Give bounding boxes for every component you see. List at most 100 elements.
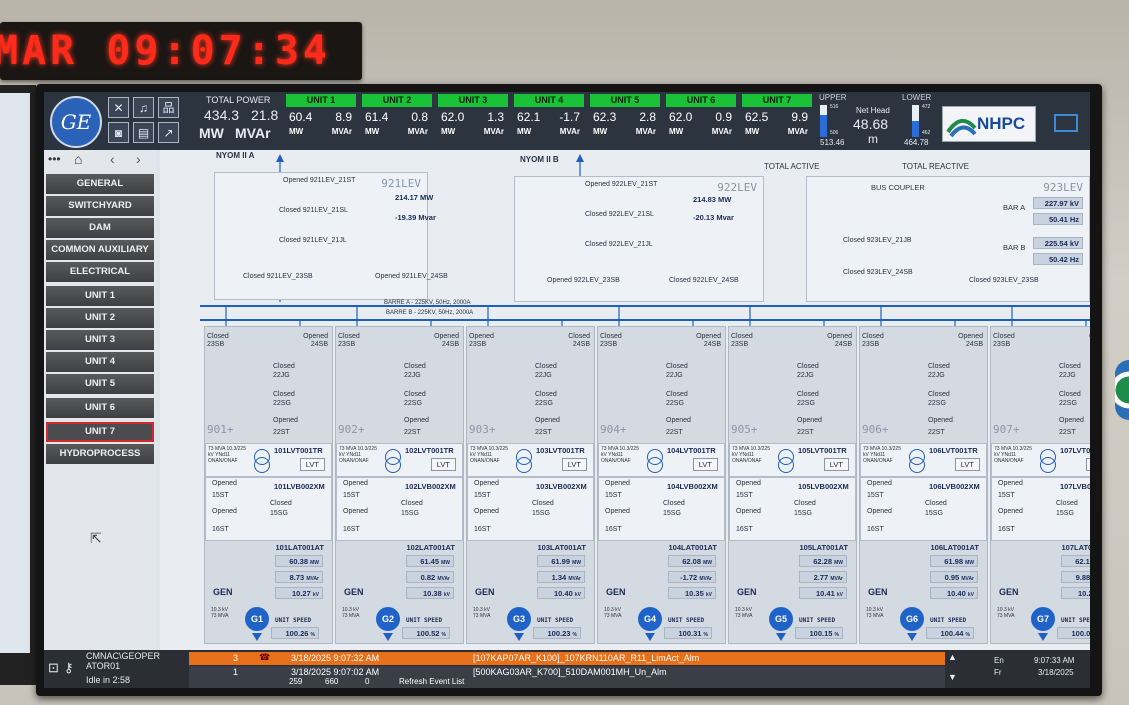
sidebar-item-common-auxiliary[interactable]: COMMON AUXILIARY	[46, 240, 154, 260]
transformer-panel[interactable]: 73 MVA 10.3/225 kV YNd11 ONAN/ONAF 104LVT…	[598, 443, 725, 477]
lang-en[interactable]: En	[994, 656, 1004, 665]
sw-15st-state[interactable]: Opened	[212, 480, 237, 487]
sw-24sb-state[interactable]: Closed	[568, 333, 590, 340]
unit-7-summary[interactable]: UNIT 7 62.5 9.9 MW MVAr	[742, 94, 812, 144]
lev921-sw-24sb[interactable]: Opened 921LEV_24SB	[375, 273, 448, 280]
lev921-sw-23sb[interactable]: Closed 921LEV_23SB	[243, 273, 313, 280]
lev921-sw-21st[interactable]: Opened 921LEV_21ST	[283, 177, 355, 184]
more-icon[interactable]: •••	[48, 152, 61, 166]
sw-15sg-state[interactable]: Closed	[1056, 500, 1078, 507]
unit-4-summary[interactable]: UNIT 4 62.1 -1.7 MW MVAr	[514, 94, 584, 144]
sw-24sb-state[interactable]: Opened	[827, 333, 852, 340]
sw-22jg-state[interactable]: Closed	[273, 363, 295, 370]
generator-icon[interactable]: G4	[638, 607, 662, 631]
sidebar-item-unit-3[interactable]: UNIT 3	[46, 330, 154, 350]
generator-icon[interactable]: G6	[900, 607, 924, 631]
breaker-panel[interactable]: Opened 15ST Opened 16ST Closed 15SG 104LVB002X…	[598, 477, 725, 541]
sw-22jg-state[interactable]: Closed	[928, 363, 950, 370]
document-icon[interactable]: ▤	[133, 122, 154, 143]
lev922-sw-23sb[interactable]: Opened 922LEV_23SB	[547, 277, 620, 284]
gen-button[interactable]: GEN	[868, 587, 888, 597]
sw-22sg-state[interactable]: Closed	[666, 391, 688, 398]
sw-22jg-state[interactable]: Closed	[1059, 363, 1081, 370]
gen-button[interactable]: GEN	[344, 587, 364, 597]
lvt-button[interactable]: LVT	[954, 458, 980, 471]
back-icon[interactable]: ‹	[110, 151, 115, 167]
breaker-panel[interactable]: Opened 15ST Opened 16ST Closed 15SG 105LVB002X…	[729, 477, 856, 541]
sw-23sb-state[interactable]: Closed	[338, 333, 360, 340]
lev922-sw-21jl[interactable]: Closed 922LEV_21JL	[585, 241, 653, 248]
home-icon[interactable]: ⌂	[74, 151, 82, 167]
sw-22jg-state[interactable]: Closed	[797, 363, 819, 370]
key-icon[interactable]: ⚷	[64, 660, 74, 676]
lvt-button[interactable]: LVT	[692, 458, 718, 471]
sw-22st-state[interactable]: Opened	[273, 417, 298, 424]
breaker-panel[interactable]: Opened 15ST Opened 16ST Closed 15SG 102LVB002X…	[336, 477, 463, 541]
sidebar-item-unit-7[interactable]: UNIT 7	[46, 422, 154, 442]
sw-15st-state[interactable]: Opened	[736, 480, 761, 487]
hierarchy-icon[interactable]: 品	[158, 97, 179, 118]
transformer-panel[interactable]: 73 MVA 10.3/225 kV YNd11 ONAN/ONAF 101LVT…	[205, 443, 332, 477]
sw-16st-state[interactable]: Opened	[867, 508, 892, 515]
lvt-button[interactable]: LVT	[823, 458, 849, 471]
sw-22sg-state[interactable]: Closed	[797, 391, 819, 398]
lev923-sw-23sb[interactable]: Closed 923LEV_23SB	[969, 277, 1039, 284]
breaker-panel[interactable]: Opened 15ST Opened 16ST Closed 15SG 103LVB002X…	[467, 477, 594, 541]
transformer-panel[interactable]: 73 MVA 10.3/225 kV YNd11 ONAN/ONAF 103LVT…	[467, 443, 594, 477]
close-icon[interactable]: ✕	[108, 97, 129, 118]
forward-icon[interactable]: ›	[136, 151, 141, 167]
sw-16st-state[interactable]: Opened	[474, 508, 499, 515]
sw-23sb-state[interactable]: Closed	[600, 333, 622, 340]
bell-icon[interactable]: ♫	[133, 97, 154, 118]
sw-23sb-state[interactable]: Closed	[993, 333, 1015, 340]
sw-16st-state[interactable]: Opened	[998, 508, 1023, 515]
sidebar-item-electrical-auxiliary[interactable]: ELECTRICAL AUXILIARY	[46, 262, 154, 297]
sw-22jg-state[interactable]: Closed	[404, 363, 426, 370]
sw-24sb-state[interactable]: Opened	[696, 333, 721, 340]
generator-icon[interactable]: G7	[1031, 607, 1055, 631]
trend-chart-icon[interactable]: ↗	[158, 122, 179, 143]
lev923-sw-24sb[interactable]: Closed 923LEV_24SB	[843, 269, 913, 276]
sw-22jg-state[interactable]: Closed	[535, 363, 557, 370]
generator-icon[interactable]: G1	[245, 607, 269, 631]
sw-23sb-state[interactable]: Opened	[469, 333, 494, 340]
unit-5-summary[interactable]: UNIT 5 62.3 2.8 MW MVAr	[590, 94, 660, 144]
breaker-panel[interactable]: Opened 15ST Opened 16ST Closed 15SG 106LVB002X…	[860, 477, 987, 541]
unit-1-summary[interactable]: UNIT 1 60.4 8.9 MW MVAr	[286, 94, 356, 144]
sw-22sg-state[interactable]: Closed	[404, 391, 426, 398]
sw-23sb-state[interactable]: Closed	[862, 333, 884, 340]
sw-15st-state[interactable]: Opened	[605, 480, 630, 487]
camera-icon[interactable]: ◙	[108, 122, 129, 143]
sw-16st-state[interactable]: Opened	[343, 508, 368, 515]
sw-22jg-state[interactable]: Closed	[666, 363, 688, 370]
lvt-button[interactable]: LVT	[1085, 458, 1090, 471]
sidebar-item-unit-4[interactable]: UNIT 4	[46, 352, 154, 372]
alarm-row-2[interactable]: 1 3/18/2025 9:07:02 AM [500KAG03AR_K700]…	[189, 666, 945, 688]
lev922-sw-24sb[interactable]: Closed 922LEV_24SB	[669, 277, 739, 284]
sidebar-item-unit-2[interactable]: UNIT 2	[46, 308, 154, 328]
sidebar-item-hydroprocess[interactable]: HYDROPROCESS	[46, 444, 154, 464]
sw-23sb-state[interactable]: Closed	[207, 333, 229, 340]
lock-icon[interactable]: ⊡	[48, 660, 59, 676]
sw-15st-state[interactable]: Opened	[474, 480, 499, 487]
sw-15sg-state[interactable]: Closed	[270, 500, 292, 507]
lvt-button[interactable]: LVT	[299, 458, 325, 471]
sw-22sg-state[interactable]: Closed	[1059, 391, 1081, 398]
sidebar-item-dam[interactable]: DAM	[46, 218, 154, 238]
sw-16st-state[interactable]: Opened	[212, 508, 237, 515]
scroll-down-icon[interactable]: ▼	[948, 672, 957, 682]
sw-22st-state[interactable]: Opened	[1059, 417, 1084, 424]
breaker-panel[interactable]: Opened 15ST Opened 16ST Closed 15SG 101LVB002X…	[205, 477, 332, 541]
gen-button[interactable]: GEN	[737, 587, 757, 597]
lvt-button[interactable]: LVT	[561, 458, 587, 471]
sw-15st-state[interactable]: Opened	[867, 480, 892, 487]
lev922-sw-21st[interactable]: Opened 922LEV_21ST	[585, 181, 657, 188]
sw-15sg-state[interactable]: Closed	[925, 500, 947, 507]
sw-22st-state[interactable]: Opened	[535, 417, 560, 424]
scroll-up-icon[interactable]: ▲	[948, 652, 957, 662]
sidebar-item-general[interactable]: GENERAL	[46, 174, 154, 194]
generator-icon[interactable]: G3	[507, 607, 531, 631]
sw-16st-state[interactable]: Opened	[736, 508, 761, 515]
sw-22st-state[interactable]: Opened	[666, 417, 691, 424]
transformer-panel[interactable]: 73 MVA 10.3/225 kV YNd11 ONAN/ONAF 102LVT…	[336, 443, 463, 477]
